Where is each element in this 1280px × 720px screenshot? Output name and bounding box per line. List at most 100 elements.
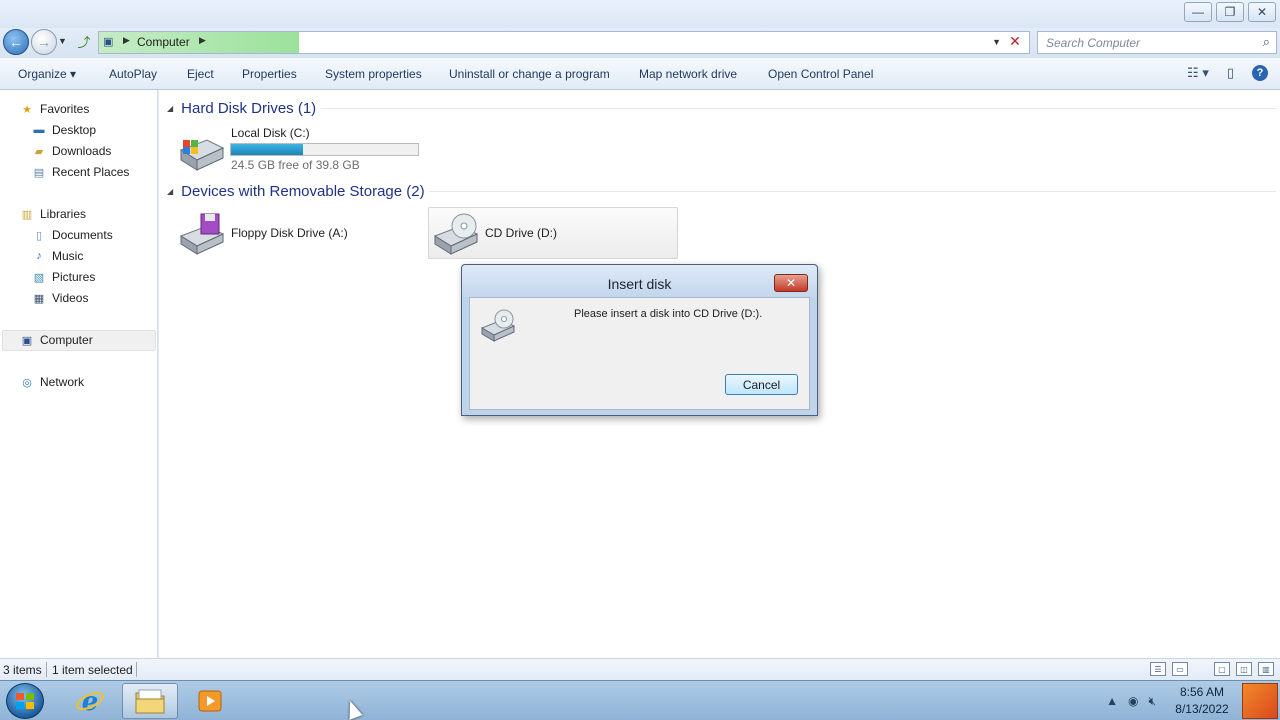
address-bar[interactable]: ▣ ▶ Computer ▶ ▼ ✕ [98,31,1030,54]
computer-icon: ▣ [21,334,33,347]
computer-icon: ▣ [103,36,114,48]
search-icon[interactable]: ⌕ [1263,34,1270,50]
change-view-icon[interactable]: ☷ ▾ [1187,65,1209,81]
nav-network-label: Network [40,375,85,389]
nav-documents[interactable]: ▯ Documents [32,225,113,245]
properties-button[interactable]: Properties [242,67,297,81]
status-bar: 3 items 1 item selected ☰ ▭ ▢ ◫ ▥ [0,658,1280,680]
folder-icon [135,689,165,714]
nav-desktop-label: Desktop [52,123,97,137]
disk-usage-fill [231,144,303,155]
nav-music[interactable]: ♪ Music [32,246,83,266]
clock[interactable]: 8:56 AM 8/13/2022 [1166,684,1238,718]
navigation-pane: ★ Favorites ▬ Desktop ▰ Downloads ▤ Rece… [0,90,158,658]
cancel-button[interactable]: Cancel [725,374,798,395]
status-selection: 1 item selected [52,663,133,677]
show-hidden-icons[interactable]: ▲ [1106,694,1118,708]
nav-videos-label: Videos [52,291,89,305]
preview-pane-icon[interactable]: ▯ [1227,65,1234,81]
nav-computer-label: Computer [40,333,93,347]
cd-drive-icon[interactable] [431,212,479,256]
open-control-panel-button[interactable]: Open Control Panel [768,67,873,81]
nav-libraries[interactable]: ▥ Libraries [20,204,86,224]
nav-computer[interactable]: ▣ Computer [20,330,93,350]
layout-icon[interactable]: ▢ [1214,662,1230,676]
floppy-drive-icon[interactable] [177,212,225,256]
media-player-icon [198,690,222,712]
start-button[interactable] [6,683,44,719]
collapse-triangle-icon[interactable]: ◢ [167,187,173,196]
cd-drive-name[interactable]: CD Drive (D:) [485,226,557,240]
dialog-close-button[interactable]: ✕ [774,274,808,292]
hard-drive-icon[interactable] [177,132,225,176]
hard-disk-group-header[interactable]: ◢ Hard Disk Drives (1) [167,98,316,118]
insert-disk-dialog: Insert disk ✕ Please insert a disk into … [461,264,818,416]
nav-downloads-label: Downloads [52,144,112,158]
nav-favorites[interactable]: ★ Favorites [20,99,89,119]
system-properties-button[interactable]: System properties [325,67,422,81]
dialog-titlebar[interactable]: Insert disk ✕ [462,265,817,297]
nav-documents-label: Documents [52,228,113,242]
recent-pages-dropdown[interactable]: ▼ [58,36,67,46]
up-folder-icon[interactable]: ⤴ [76,33,92,50]
nav-desktop[interactable]: ▬ Desktop [32,120,97,140]
address-dropdown-icon[interactable]: ▼ [992,37,1001,47]
stop-icon[interactable]: ✕ [1007,33,1023,51]
local-disk-free-space: 24.5 GB free of 39.8 GB [231,158,360,172]
media-player-taskbar-button[interactable] [182,683,238,719]
dialog-body: Please insert a disk into CD Drive (D:).… [469,297,810,410]
view-controls: ☷ ▾ ▯ ? [1187,65,1268,81]
windows-logo-icon [16,693,34,709]
group-divider [429,191,1276,192]
internet-explorer-taskbar-button[interactable]: e [62,683,118,719]
search-input[interactable]: Search Computer ⌕ [1037,31,1277,54]
status-view-controls: ☰ ▭ ▢ ◫ ▥ [1150,662,1274,676]
search-placeholder: Search Computer [1046,36,1141,50]
nav-music-label: Music [52,249,84,263]
help-icon[interactable]: ? [1252,65,1268,81]
minimize-button[interactable]: — [1184,2,1212,22]
network-tray-icon[interactable]: ◉ [1128,694,1138,708]
music-icon: ♪ [36,250,42,262]
volume-muted-icon[interactable]: 🔇︎ [1148,694,1156,709]
pictures-icon: ▧ [33,271,45,284]
details-view-icon[interactable]: ☰ [1150,662,1166,676]
floppy-drive-name[interactable]: Floppy Disk Drive (A:) [231,226,348,240]
taskbar: e ▲ ◉ 🔇︎ 8:56 AM 8/13/2022 [0,680,1280,720]
desktop-icon: ▬ [33,124,45,136]
preview-layout-icon[interactable]: ◫ [1236,662,1252,676]
tiles-view-icon[interactable]: ▭ [1172,662,1188,676]
organize-button[interactable]: Organize ▾ [18,67,76,81]
nav-recent-places[interactable]: ▤ Recent Places [32,162,130,182]
uninstall-program-button[interactable]: Uninstall or change a program [449,67,610,81]
restore-button[interactable]: ❐ [1216,2,1244,22]
group-divider [321,108,1276,109]
forward-button[interactable]: → [31,29,57,55]
collapse-triangle-icon[interactable]: ◢ [167,104,173,113]
nav-videos[interactable]: ▦ Videos [32,288,89,308]
nav-downloads[interactable]: ▰ Downloads [32,141,112,161]
close-button[interactable]: ✕ [1248,2,1276,22]
back-button[interactable]: ← [3,29,29,55]
explorer-taskbar-button[interactable] [122,683,178,719]
autoplay-button[interactable]: AutoPlay [109,67,157,81]
disk-usage-bar [230,143,419,156]
show-desktop-button[interactable] [1242,683,1278,719]
navigation-layout-icon[interactable]: ▥ [1258,662,1274,676]
breadcrumb-arrow-icon[interactable]: ▶ [199,35,206,46]
documents-icon: ▯ [35,229,43,242]
removable-group-header[interactable]: ◢ Devices with Removable Storage (2) [167,181,425,201]
nav-favorites-label: Favorites [40,102,90,116]
dialog-title: Insert disk [607,276,672,292]
eject-button[interactable]: Eject [187,67,214,81]
breadcrumb-arrow-icon[interactable]: ▶ [123,35,130,46]
nav-network[interactable]: ◎ Network [20,372,84,392]
status-items-count: 3 items [3,663,42,677]
title-bar: — ❐ ✕ [0,0,1280,28]
local-disk-name[interactable]: Local Disk (C:) [231,126,310,140]
map-network-drive-button[interactable]: Map network drive [639,67,737,81]
network-icon: ◎ [22,376,32,389]
nav-pictures[interactable]: ▧ Pictures [32,267,96,287]
hard-disk-group-title: Hard Disk Drives (1) [181,99,317,117]
breadcrumb-computer[interactable]: Computer [137,35,190,49]
